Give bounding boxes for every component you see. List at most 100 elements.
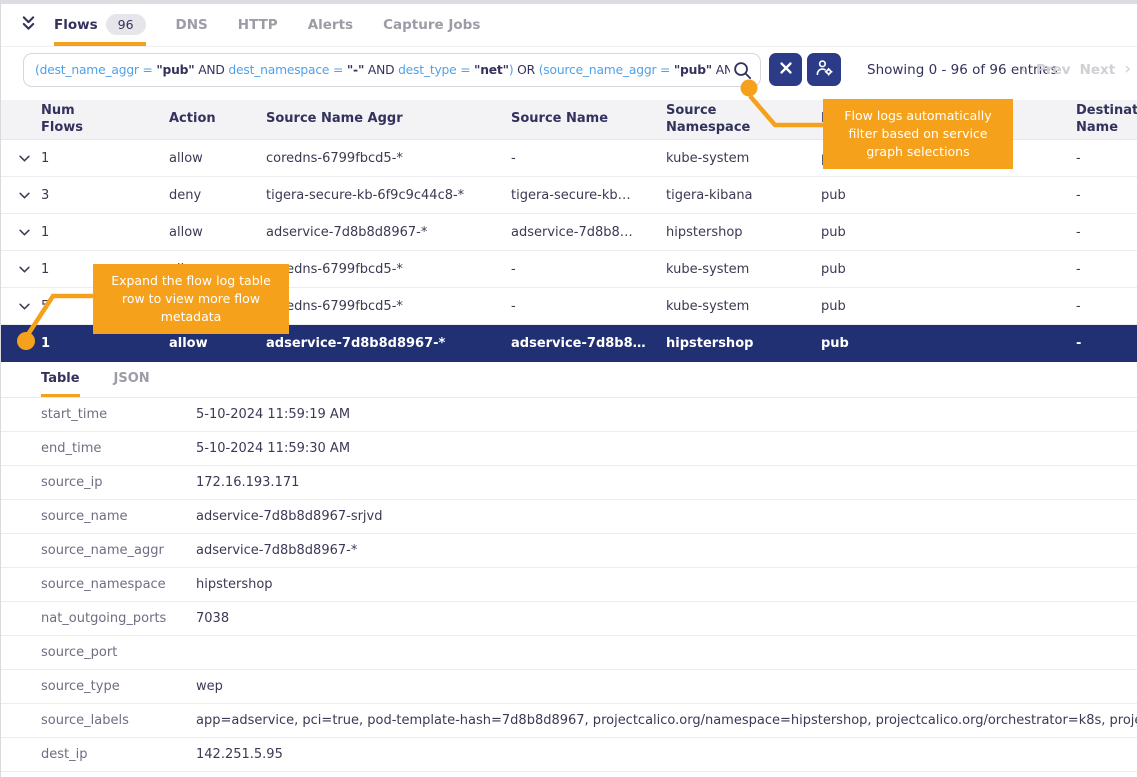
cell-source-name: adservice-7d8b8… [511, 336, 666, 351]
cell-dest-name-aggr: pub [821, 188, 1076, 203]
flow-filter-query-input[interactable]: (dest_name_aggr = "pub" AND dest_namespa… [23, 53, 761, 87]
tab-flows-label: Flows [54, 17, 98, 33]
cell-action: deny [169, 188, 266, 203]
table-row[interactable]: 3 deny tigera-secure-kb-6f9c9c44c8-* tig… [1, 177, 1137, 214]
tab-dns[interactable]: DNS [176, 4, 208, 46]
cell-source-namespace: kube-system [666, 299, 821, 314]
cell-dest-name-aggr: pub [821, 262, 1076, 277]
cell-source-name: tigera-secure-kb… [511, 188, 666, 203]
col-source-name[interactable]: Source Name [511, 111, 666, 128]
list-item: source_name adservice-7d8b8d8967-srjvd [1, 500, 1137, 534]
col-action[interactable]: Action [169, 111, 266, 128]
cell-source-name-aggr: coredns-6799fbcd5-* [266, 262, 511, 277]
col-source-name-aggr[interactable]: Source Name Aggr [266, 111, 511, 128]
chevron-down-icon[interactable] [19, 225, 30, 240]
tab-http-label: HTTP [238, 17, 278, 33]
col-source-namespace[interactable]: Source Namespace [666, 103, 821, 137]
list-item: source_port [1, 636, 1137, 670]
list-item: source_name_aggr adservice-7d8b8d8967-* [1, 534, 1137, 568]
tab-flows[interactable]: Flows 96 [54, 4, 146, 46]
cell-num-flows: 1 [41, 151, 169, 166]
detail-key: source_namespace [1, 577, 196, 592]
detail-value: wep [196, 679, 1137, 694]
cell-action: allow [169, 336, 266, 351]
cell-source-name: - [511, 299, 666, 314]
list-item: source_ip 172.16.193.171 [1, 466, 1137, 500]
cell-destination-name: - [1076, 262, 1137, 277]
detail-value: 7038 [196, 611, 1137, 626]
detail-value: hipstershop [196, 577, 1137, 592]
tab-detail-table[interactable]: Table [41, 362, 80, 397]
col-destination-name[interactable]: Destination Name [1076, 103, 1137, 137]
clear-filter-button[interactable] [769, 53, 802, 86]
tab-dns-label: DNS [176, 17, 208, 33]
cell-source-name: - [511, 262, 666, 277]
cell-source-namespace: tigera-kibana [666, 188, 821, 203]
chevron-left-icon[interactable]: ‹ [1020, 61, 1027, 78]
flow-detail-tabbar: Table JSON [1, 362, 1137, 398]
cell-action: allow [169, 225, 266, 240]
table-row[interactable]: 1 allow adservice-7d8b8d8967-* adservice… [1, 214, 1137, 251]
list-item: nat_outgoing_ports 7038 [1, 602, 1137, 636]
detail-key: nat_outgoing_ports [1, 611, 196, 626]
cell-source-namespace: hipstershop [666, 225, 821, 240]
chevron-right-icon[interactable]: › [1124, 61, 1131, 78]
detail-key: source_name_aggr [1, 543, 196, 558]
pagination: ‹ Prev Next › [1020, 61, 1131, 78]
cell-destination-name: - [1076, 225, 1137, 240]
tab-capture-jobs[interactable]: Capture Jobs [383, 4, 480, 46]
double-chevron-down-icon [21, 15, 36, 36]
detail-value: adservice-7d8b8d8967-* [196, 543, 1137, 558]
cell-source-name-aggr: tigera-secure-kb-6f9c9c44c8-* [266, 188, 511, 203]
cell-source-name: - [511, 151, 666, 166]
cell-destination-name: - [1076, 336, 1137, 351]
cell-destination-name: - [1076, 188, 1137, 203]
list-item: source_type wep [1, 670, 1137, 704]
magnifier-icon[interactable] [731, 59, 754, 86]
detail-value: 5-10-2024 11:59:30 AM [196, 441, 1137, 456]
tooltip-expand-note: Expand the flow log table row to view mo… [93, 264, 289, 334]
cell-source-name-aggr: adservice-7d8b8d8967-* [266, 336, 511, 351]
user-settings-button[interactable] [807, 53, 841, 86]
tooltip-filter-note: Flow logs automatically filter based on … [823, 99, 1013, 169]
x-icon [779, 61, 793, 78]
tab-http[interactable]: HTTP [238, 4, 278, 46]
cell-action: allow [169, 151, 266, 166]
list-item: source_namespace hipstershop [1, 568, 1137, 602]
cell-source-name-aggr: adservice-7d8b8d8967-* [266, 225, 511, 240]
cell-dest-name-aggr: pub [821, 299, 1076, 314]
collapse-panel-button[interactable] [21, 4, 36, 46]
tab-detail-json[interactable]: JSON [114, 362, 150, 397]
next-button[interactable]: Next [1080, 62, 1116, 78]
detail-key: end_time [1, 441, 196, 456]
cell-source-namespace: kube-system [666, 151, 821, 166]
flow-logs-panel: Flows 96 DNS HTTP Alerts Capture Jobs (d… [0, 0, 1137, 777]
list-item: dest_ip 142.251.5.95 [1, 738, 1137, 772]
chevron-down-icon[interactable] [19, 299, 30, 314]
detail-value: app=adservice, pci=true, pod-template-ha… [196, 713, 1137, 728]
detail-key: source_type [1, 679, 196, 694]
chevron-down-icon[interactable] [19, 262, 30, 277]
col-num-flows[interactable]: Num Flows [41, 103, 169, 137]
detail-key: start_time [1, 407, 196, 422]
log-type-tabbar: Flows 96 DNS HTTP Alerts Capture Jobs [1, 4, 1137, 47]
prev-button[interactable]: Prev [1036, 62, 1071, 78]
tab-detail-json-label: JSON [114, 371, 150, 386]
flow-detail-table: start_time 5-10-2024 11:59:19 AM end_tim… [1, 398, 1137, 772]
tab-capture-jobs-label: Capture Jobs [383, 17, 480, 33]
cell-num-flows: 1 [41, 225, 169, 240]
detail-value: 172.16.193.171 [196, 475, 1137, 490]
tab-alerts[interactable]: Alerts [308, 4, 353, 46]
cell-destination-name: - [1076, 299, 1137, 314]
cell-source-namespace: hipstershop [666, 336, 821, 351]
cell-source-name: adservice-7d8b8… [511, 225, 666, 240]
list-item: source_labels app=adservice, pci=true, p… [1, 704, 1137, 738]
chevron-down-icon[interactable] [19, 151, 30, 166]
chevron-down-icon[interactable] [19, 336, 30, 351]
cell-num-flows: 1 [41, 336, 169, 351]
tab-detail-table-label: Table [41, 371, 80, 386]
chevron-down-icon[interactable] [19, 188, 30, 203]
flows-count-badge: 96 [106, 14, 146, 35]
list-item: start_time 5-10-2024 11:59:19 AM [1, 398, 1137, 432]
detail-key: source_port [1, 645, 196, 660]
